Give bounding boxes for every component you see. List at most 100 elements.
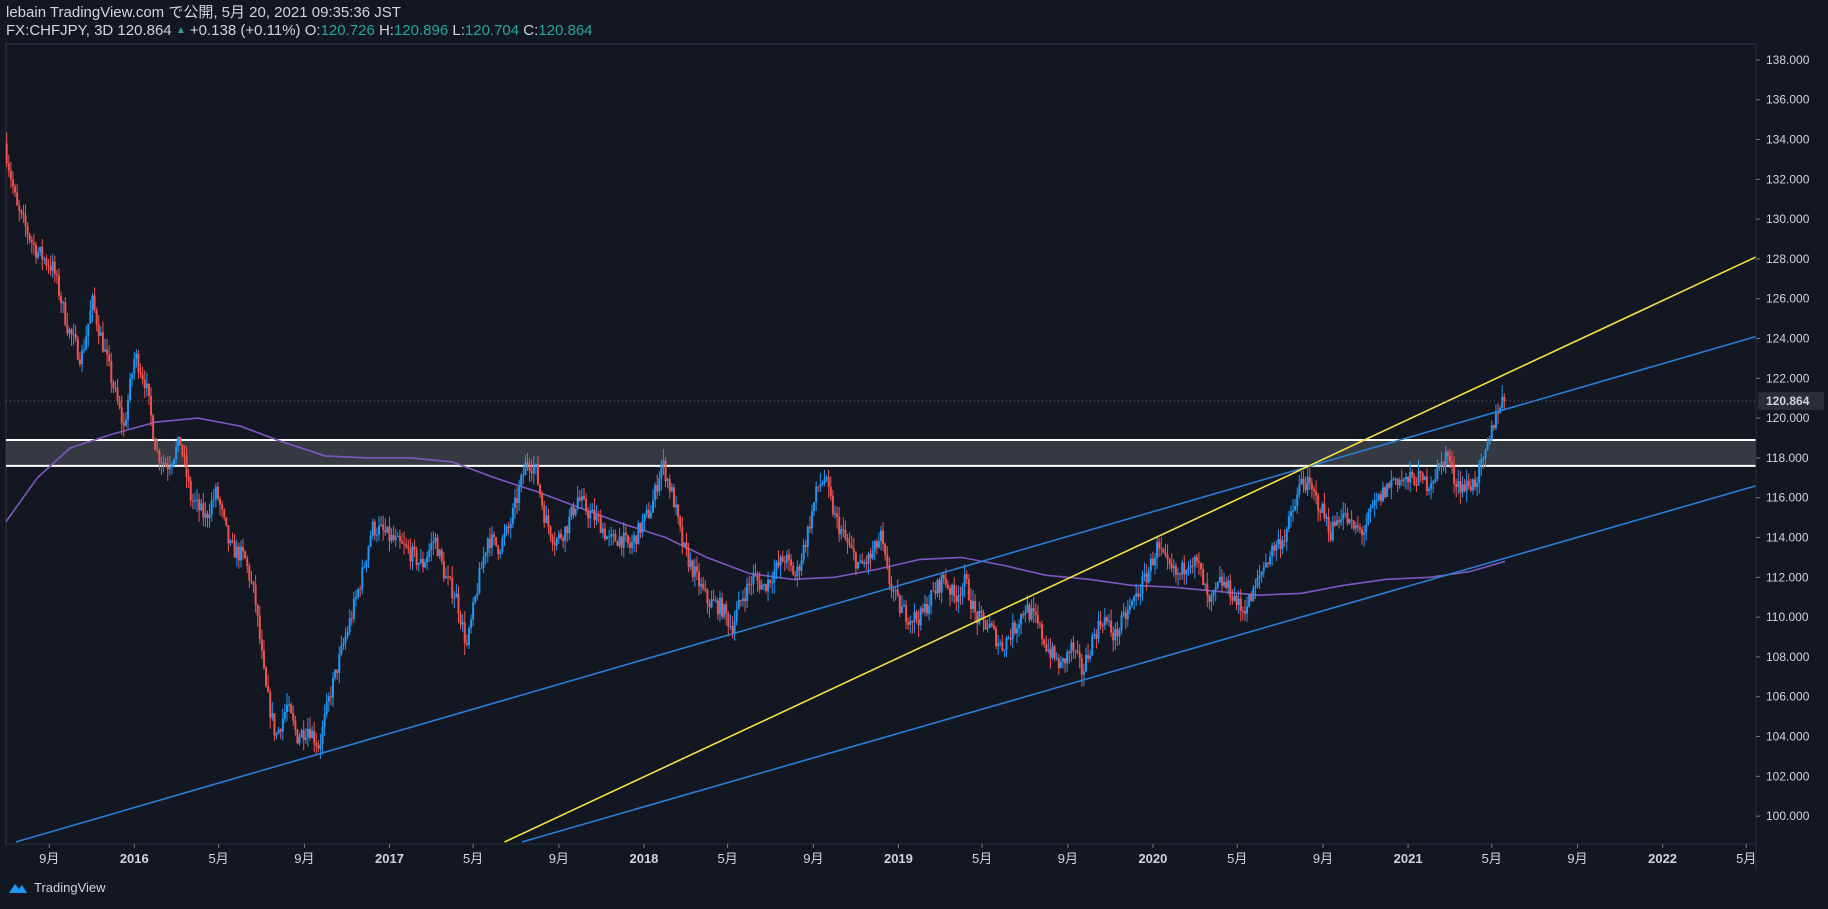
candle bbox=[813, 502, 816, 517]
candle bbox=[30, 236, 33, 254]
candle bbox=[346, 625, 349, 640]
candle bbox=[520, 472, 523, 493]
candle bbox=[350, 611, 353, 626]
candle bbox=[300, 728, 303, 738]
candle bbox=[999, 639, 1002, 647]
candle bbox=[93, 287, 96, 314]
candle bbox=[271, 701, 274, 721]
candle bbox=[490, 526, 493, 557]
candle bbox=[16, 184, 19, 207]
candle bbox=[1126, 599, 1129, 627]
candle bbox=[1310, 478, 1313, 498]
candle bbox=[1200, 562, 1203, 577]
candle bbox=[551, 533, 554, 552]
candle bbox=[1057, 653, 1060, 675]
candle bbox=[449, 575, 452, 581]
y-tick-label: 100.000 bbox=[1766, 809, 1810, 823]
candle bbox=[934, 581, 937, 600]
candle bbox=[798, 563, 801, 581]
candle bbox=[601, 522, 604, 538]
price-axis[interactable]: 100.000 102.000 104.000 106.000 108.000 110.0… bbox=[1756, 53, 1810, 823]
y-tick-label: 118.000 bbox=[1766, 451, 1809, 465]
candle bbox=[1256, 569, 1259, 589]
candle bbox=[555, 536, 558, 551]
trendline-yellow-2[interactable] bbox=[504, 256, 1757, 843]
candle bbox=[629, 536, 632, 555]
candle bbox=[903, 599, 906, 608]
candle bbox=[334, 669, 337, 681]
candle bbox=[438, 548, 441, 560]
candle bbox=[854, 551, 857, 576]
candle bbox=[622, 522, 625, 558]
candle bbox=[80, 344, 83, 373]
candle bbox=[539, 483, 542, 498]
candle bbox=[110, 352, 113, 393]
candle bbox=[476, 582, 479, 601]
candle bbox=[909, 615, 912, 634]
candle bbox=[626, 534, 629, 548]
candle bbox=[386, 526, 389, 534]
candle bbox=[562, 535, 565, 549]
candle bbox=[1490, 420, 1493, 441]
price-chart[interactable]: 100.000 102.000 104.000 106.000 108.000 110.0… bbox=[0, 0, 1828, 909]
y-tick-label: 114.000 bbox=[1766, 531, 1809, 545]
candle bbox=[229, 538, 232, 546]
candle bbox=[1346, 507, 1349, 526]
candle bbox=[39, 246, 42, 257]
candle bbox=[7, 154, 10, 177]
candle bbox=[685, 532, 688, 557]
candle bbox=[1474, 470, 1477, 491]
candle bbox=[1074, 649, 1077, 659]
candle bbox=[97, 315, 100, 345]
candle bbox=[265, 665, 268, 688]
candle bbox=[470, 614, 473, 634]
candle bbox=[995, 625, 998, 650]
candle bbox=[804, 540, 807, 553]
candle bbox=[409, 538, 412, 570]
candle bbox=[246, 555, 249, 573]
candle bbox=[118, 395, 121, 410]
trendline-blue-1[interactable] bbox=[521, 485, 1757, 843]
candle bbox=[1271, 542, 1274, 566]
candle bbox=[806, 525, 809, 557]
candle bbox=[974, 593, 977, 622]
candle bbox=[1158, 537, 1161, 557]
candle bbox=[47, 258, 50, 274]
candle bbox=[74, 325, 77, 342]
candle bbox=[413, 539, 416, 557]
candle bbox=[451, 566, 454, 604]
candle bbox=[367, 545, 370, 568]
candle bbox=[275, 731, 278, 740]
candle bbox=[725, 600, 728, 626]
candle bbox=[963, 564, 966, 598]
candle bbox=[664, 457, 667, 488]
trendline-blue-0[interactable] bbox=[15, 335, 1757, 843]
candle bbox=[463, 611, 466, 656]
candle bbox=[288, 695, 291, 712]
x-tick-label: 2017 bbox=[375, 851, 404, 866]
x-tick-label: 2016 bbox=[120, 851, 149, 866]
candle bbox=[1476, 476, 1479, 496]
candle bbox=[344, 627, 347, 650]
candle bbox=[32, 233, 35, 256]
candle bbox=[1120, 610, 1123, 635]
candle bbox=[26, 222, 29, 245]
candle bbox=[235, 539, 238, 567]
candle bbox=[269, 688, 272, 729]
candle bbox=[1101, 622, 1104, 634]
candle bbox=[1365, 513, 1368, 541]
candle bbox=[984, 619, 987, 630]
candle bbox=[141, 366, 144, 385]
candle bbox=[66, 312, 69, 336]
candle bbox=[1329, 521, 1332, 543]
x-tick-label: 2019 bbox=[884, 851, 913, 866]
candle bbox=[143, 370, 146, 398]
time-axis[interactable]: 9月 2016 5月 9月 2017 5月 9月 2018 5月 9月 2019 5月 9月 2020 5月… bbox=[39, 844, 1756, 866]
candle bbox=[589, 503, 592, 529]
candle bbox=[1499, 405, 1502, 414]
candle bbox=[1028, 602, 1031, 623]
candle bbox=[624, 523, 627, 542]
candle bbox=[1361, 525, 1364, 546]
candle bbox=[631, 534, 634, 554]
candle bbox=[1262, 561, 1265, 578]
